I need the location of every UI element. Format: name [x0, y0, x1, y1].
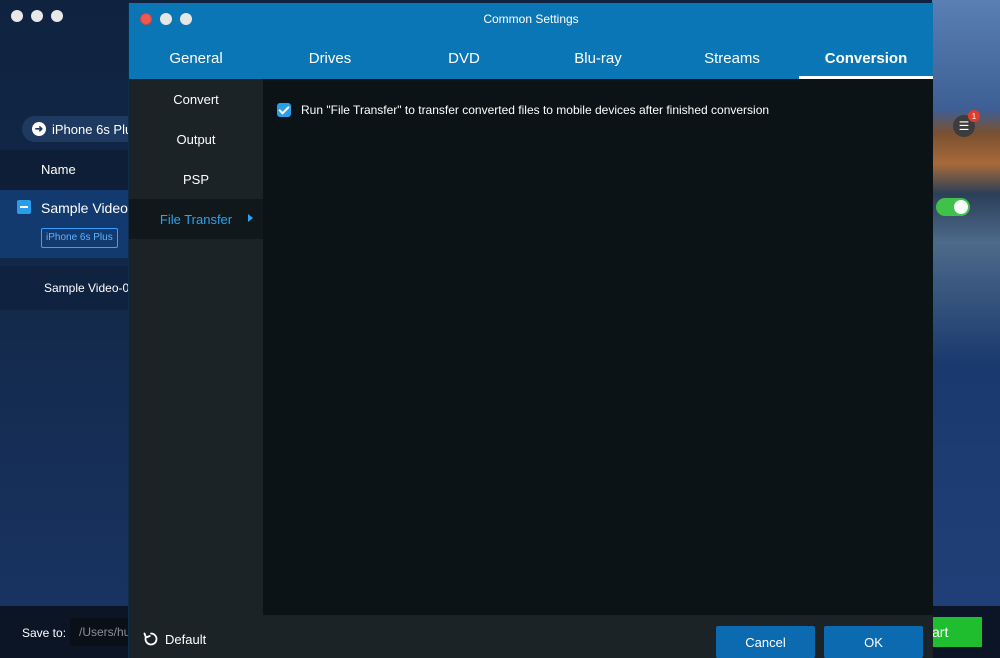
- dialog-titlebar: Common Settings: [129, 3, 933, 37]
- common-settings-dialog: Common Settings General Drives DVD Blu-r…: [128, 3, 933, 658]
- bg-window-controls[interactable]: [11, 10, 63, 22]
- sidebar-item-label: Output: [176, 131, 216, 147]
- sidebar-item-psp[interactable]: PSP: [129, 159, 263, 199]
- file-transfer-option-label: Run "File Transfer" to transfer converte…: [301, 103, 770, 117]
- tab-dvd[interactable]: DVD: [397, 37, 531, 79]
- caret-right-icon: [248, 214, 253, 222]
- device-profile-label: iPhone 6s Plus: [52, 121, 139, 137]
- tab-bar: General Drives DVD Blu-ray Streams Conve…: [129, 37, 933, 79]
- sidebar-item-convert[interactable]: Convert: [129, 79, 263, 119]
- list-item-title: Sample Video-: [41, 200, 133, 216]
- settings-sidebar: Convert Output PSP File Transfer: [129, 79, 263, 615]
- collapse-icon[interactable]: [17, 200, 31, 214]
- sidebar-item-output[interactable]: Output: [129, 119, 263, 159]
- tab-blu-ray[interactable]: Blu-ray: [531, 37, 665, 79]
- tab-general[interactable]: General: [129, 37, 263, 79]
- settings-content: Run "File Transfer" to transfer converte…: [263, 79, 933, 615]
- device-chip[interactable]: iPhone 6s Plus: [41, 228, 118, 248]
- save-path-field[interactable]: /Users/hu: [70, 618, 130, 646]
- arrow-right-icon: ➜: [32, 122, 46, 136]
- file-transfer-checkbox[interactable]: [277, 103, 291, 117]
- name-column-header[interactable]: Name: [41, 162, 76, 177]
- sidebar-item-label: Convert: [173, 91, 219, 107]
- default-button[interactable]: Default: [143, 631, 206, 647]
- cancel-button[interactable]: Cancel: [716, 626, 815, 658]
- sidebar-item-label: File Transfer: [159, 211, 233, 227]
- wallpaper-strip: [932, 0, 1000, 606]
- tab-drives[interactable]: Drives: [263, 37, 397, 79]
- dialog-title: Common Settings: [483, 12, 579, 26]
- dialog-footer: Default Cancel OK: [129, 615, 933, 658]
- default-button-label: Default: [165, 631, 207, 647]
- bg-close-icon[interactable]: [11, 10, 23, 22]
- list-item-title-2: Sample Video-0: [44, 281, 130, 295]
- merge-toggle[interactable]: [936, 198, 970, 216]
- tab-conversion[interactable]: Conversion: [799, 37, 933, 79]
- sidebar-item-file-transfer[interactable]: File Transfer: [129, 199, 263, 239]
- sidebar-item-label: PSP: [182, 171, 209, 187]
- ok-button[interactable]: OK: [824, 626, 923, 658]
- bg-zoom-icon[interactable]: [51, 10, 63, 22]
- start-button[interactable]: art: [932, 617, 982, 647]
- reset-icon: [143, 632, 158, 646]
- save-to-label: Save to:: [22, 626, 67, 640]
- file-transfer-option: Run "File Transfer" to transfer converte…: [277, 103, 769, 117]
- bg-minimize-icon[interactable]: [31, 10, 43, 22]
- notification-badge: 1: [968, 110, 980, 122]
- tab-streams[interactable]: Streams: [665, 37, 799, 79]
